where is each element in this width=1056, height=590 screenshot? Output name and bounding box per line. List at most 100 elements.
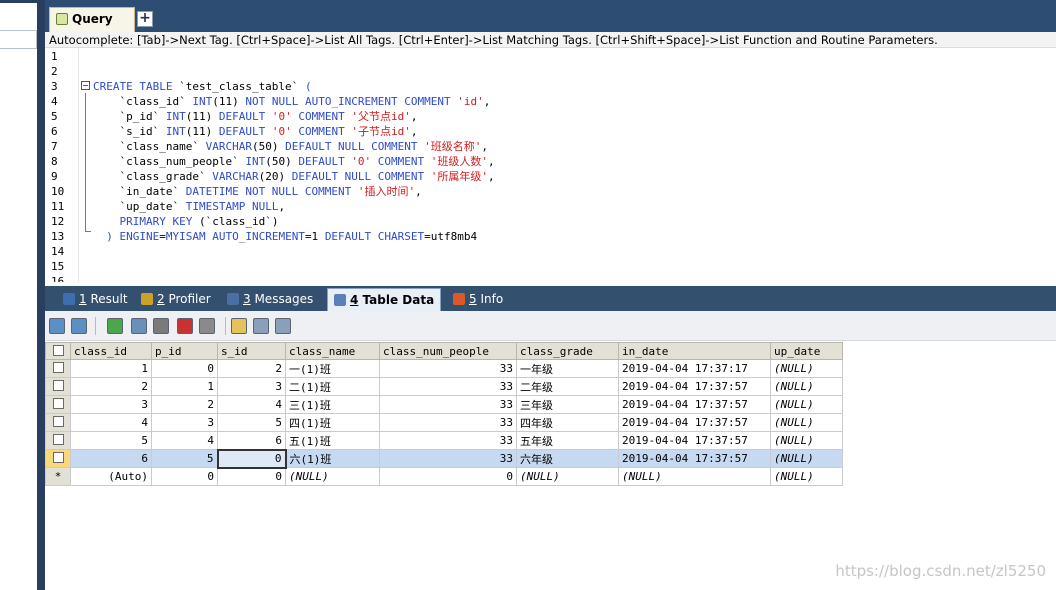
cancel-icon[interactable] bbox=[199, 318, 215, 334]
tab-result-3[interactable]: 4 Table Data bbox=[327, 288, 442, 311]
cell-class_num_people[interactable]: 33 bbox=[379, 359, 517, 378]
editor-line[interactable]: 1 bbox=[45, 49, 1056, 64]
cell-class_grade[interactable]: 三年级 bbox=[516, 395, 619, 414]
cell-s_id[interactable]: 5 bbox=[217, 413, 286, 432]
cell-p_id[interactable]: 4 bbox=[151, 431, 218, 450]
cell-p_id[interactable]: 0 bbox=[151, 359, 218, 378]
cell-up_date[interactable]: (NULL) bbox=[770, 413, 843, 432]
cell-p_id[interactable]: 3 bbox=[151, 413, 218, 432]
editor-line[interactable]: 3 CREATE TABLE `test_class_table` ( bbox=[45, 79, 1056, 94]
panel-splitter[interactable] bbox=[37, 0, 45, 590]
column-header-s_id[interactable]: s_id bbox=[217, 342, 286, 360]
cell-class_grade[interactable]: 四年级 bbox=[516, 413, 619, 432]
cell-class_num_people[interactable]: 33 bbox=[379, 395, 517, 414]
save-icon[interactable] bbox=[153, 318, 169, 334]
row-checkbox[interactable] bbox=[45, 431, 71, 450]
table-row[interactable]: 3 2 4 三(1)班 33 三年级 2019-04-04 17:37:57 (NULL) bbox=[45, 395, 843, 414]
cell-class_name[interactable]: 五(1)班 bbox=[285, 431, 380, 450]
cell-class_num_people[interactable]: 33 bbox=[379, 431, 517, 450]
table-row[interactable]: 4 3 5 四(1)班 33 四年级 2019-04-04 17:37:57 (NULL) bbox=[45, 413, 843, 432]
cell-class_num_people[interactable]: 33 bbox=[379, 377, 517, 396]
grid-view-icon[interactable] bbox=[231, 318, 247, 334]
table-row[interactable]: 2 1 3 二(1)班 33 二年级 2019-04-04 17:37:57 (NULL) bbox=[45, 377, 843, 396]
cell-class_num_people[interactable]: 33 bbox=[379, 413, 517, 432]
cell-in_date[interactable]: 2019-04-04 17:37:57 bbox=[618, 431, 771, 450]
cell-in_date[interactable]: 2019-04-04 17:37:17 bbox=[618, 359, 771, 378]
column-header-class_grade[interactable]: class_grade bbox=[516, 342, 619, 360]
tab-result-0[interactable]: 1 Result bbox=[57, 288, 134, 311]
cell-class_name[interactable]: 一(1)班 bbox=[285, 359, 380, 378]
cell-class_id[interactable]: 2 bbox=[70, 377, 152, 396]
cell-in_date[interactable]: 2019-04-04 17:37:57 bbox=[618, 449, 771, 468]
cell-class_id[interactable]: 4 bbox=[70, 413, 152, 432]
text-view-icon[interactable] bbox=[275, 318, 291, 334]
cell-class_grade[interactable]: 一年级 bbox=[516, 359, 619, 378]
tab-result-4[interactable]: 5 Info bbox=[447, 288, 509, 311]
editor-line[interactable]: 9 `class_grade` VARCHAR(20) DEFAULT NULL… bbox=[45, 169, 1056, 184]
cell-class_grade[interactable]: 二年级 bbox=[516, 377, 619, 396]
cell-s_id[interactable]: 2 bbox=[217, 359, 286, 378]
tab-result-2[interactable]: 3 Messages bbox=[221, 288, 319, 311]
editor-line[interactable]: 4 `class_id` INT(11) NOT NULL AUTO_INCRE… bbox=[45, 94, 1056, 109]
row-checkbox[interactable] bbox=[45, 395, 71, 414]
column-header-class_num_people[interactable]: class_num_people bbox=[379, 342, 517, 360]
row-checkbox[interactable] bbox=[45, 449, 71, 468]
cell-class_id[interactable]: 3 bbox=[70, 395, 152, 414]
cell-in_date[interactable]: 2019-04-04 17:37:57 bbox=[618, 395, 771, 414]
new-row[interactable]: * (Auto) 0 0 (NULL) 0 (NULL) (NULL) (NULL) bbox=[45, 467, 843, 486]
row-checkbox[interactable] bbox=[45, 359, 71, 378]
cell-p_id[interactable]: 2 bbox=[151, 395, 218, 414]
editor-line[interactable]: 7 `class_name` VARCHAR(50) DEFAULT NULL … bbox=[45, 139, 1056, 154]
cell-class_name[interactable]: (NULL) bbox=[285, 467, 380, 486]
cell-class_name[interactable]: 二(1)班 bbox=[285, 377, 380, 396]
cell-class_id[interactable]: 1 bbox=[70, 359, 152, 378]
cell-p_id[interactable]: 0 bbox=[151, 467, 218, 486]
column-header-class_name[interactable]: class_name bbox=[285, 342, 380, 360]
cell-class_id[interactable]: (Auto) bbox=[70, 467, 152, 486]
editor-line[interactable]: 11 `up_date` TIMESTAMP NULL, bbox=[45, 199, 1056, 214]
editor-line[interactable]: 15 bbox=[45, 259, 1056, 274]
cell-up_date[interactable]: (NULL) bbox=[770, 467, 843, 486]
cell-s_id[interactable]: 3 bbox=[217, 377, 286, 396]
tab-query[interactable]: Query bbox=[49, 7, 135, 32]
cell-up_date[interactable]: (NULL) bbox=[770, 449, 843, 468]
row-checkbox[interactable] bbox=[45, 413, 71, 432]
column-header-class_id[interactable]: class_id bbox=[70, 342, 152, 360]
object-filter-input[interactable] bbox=[0, 30, 37, 49]
cell-in_date[interactable]: 2019-04-04 17:37:57 bbox=[618, 413, 771, 432]
cell-class_grade[interactable]: (NULL) bbox=[516, 467, 619, 486]
cell-up_date[interactable]: (NULL) bbox=[770, 377, 843, 396]
cell-class_id[interactable]: 5 bbox=[70, 431, 152, 450]
cell-s_id[interactable]: 4 bbox=[217, 395, 286, 414]
table-data-grid[interactable]: class_id p_id s_id class_name class_num_peop… bbox=[45, 342, 843, 486]
cell-class_name[interactable]: 三(1)班 bbox=[285, 395, 380, 414]
new-row-marker[interactable]: * bbox=[45, 467, 71, 486]
cell-s_id[interactable]: 0 bbox=[216, 448, 287, 469]
delete-icon[interactable] bbox=[177, 318, 193, 334]
cell-up_date[interactable]: (NULL) bbox=[770, 395, 843, 414]
editor-line[interactable]: 8 `class_num_people` INT(50) DEFAULT '0'… bbox=[45, 154, 1056, 169]
column-header-in_date[interactable]: in_date bbox=[618, 342, 771, 360]
table-row[interactable]: 5 4 6 五(1)班 33 五年级 2019-04-04 17:37:57 (NULL) bbox=[45, 431, 843, 450]
export-icon[interactable] bbox=[71, 318, 87, 334]
cell-p_id[interactable]: 1 bbox=[151, 377, 218, 396]
sql-editor[interactable]: − 1 2 3 CREATE TABLE `test_class_table` (4 … bbox=[45, 48, 1056, 282]
editor-line[interactable]: 10 `in_date` DATETIME NOT NULL COMMENT '… bbox=[45, 184, 1056, 199]
cell-up_date[interactable]: (NULL) bbox=[770, 431, 843, 450]
cell-in_date[interactable]: (NULL) bbox=[618, 467, 771, 486]
editor-line[interactable]: 14 bbox=[45, 244, 1056, 259]
editor-line[interactable]: 5 `p_id` INT(11) DEFAULT '0' COMMENT '父节… bbox=[45, 109, 1056, 124]
form-view-icon[interactable] bbox=[253, 318, 269, 334]
add-row-icon[interactable] bbox=[107, 318, 123, 334]
cell-in_date[interactable]: 2019-04-04 17:37:57 bbox=[618, 377, 771, 396]
editor-line[interactable]: 6 `s_id` INT(11) DEFAULT '0' COMMENT '子节… bbox=[45, 124, 1056, 139]
row-checkbox[interactable] bbox=[45, 377, 71, 396]
import-icon[interactable] bbox=[49, 318, 65, 334]
table-row[interactable]: 1 0 2 一(1)班 33 一年级 2019-04-04 17:37:17 (NULL) bbox=[45, 359, 843, 378]
cell-class_num_people[interactable]: 0 bbox=[379, 467, 517, 486]
cell-up_date[interactable]: (NULL) bbox=[770, 359, 843, 378]
table-row[interactable]: 6 5 0 六(1)班 33 六年级 2019-04-04 17:37:57 (NULL) bbox=[45, 448, 843, 469]
cell-class_name[interactable]: 六(1)班 bbox=[285, 449, 380, 468]
new-tab-button[interactable]: + bbox=[137, 11, 153, 27]
cell-s_id[interactable]: 6 bbox=[217, 431, 286, 450]
